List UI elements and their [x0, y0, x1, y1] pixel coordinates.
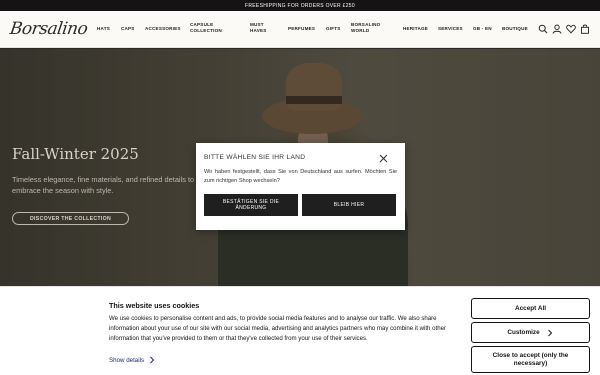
nav-accessories[interactable]: ACCESSORIES: [145, 26, 181, 32]
show-details-label: Show details: [109, 356, 145, 364]
nav-services[interactable]: SERVICES: [438, 26, 463, 32]
accept-all-label: Accept All: [514, 304, 546, 312]
accept-all-button[interactable]: Accept All: [471, 298, 590, 319]
nav-boutique[interactable]: BOUTIQUE: [502, 26, 528, 32]
promo-bar: FREESHIPPING FOR ORDERS OVER £250: [0, 0, 600, 11]
hero-subtitle: Timeless elegance, fine materials, and r…: [12, 175, 195, 195]
country-selection-modal: BITTE WÄHLEN SIE IHR LAND Wir haben fest…: [196, 143, 405, 230]
wishlist-icon[interactable]: [566, 24, 576, 34]
discover-collection-label: DISCOVER THE COLLECTION: [30, 215, 111, 222]
confirm-change-label: BESTÄTIGEN SIE DIE ÄNDERUNG: [222, 198, 280, 212]
close-icon[interactable]: [379, 154, 388, 163]
promo-text: FREESHIPPING FOR ORDERS OVER £250: [245, 2, 355, 9]
chevron-right-icon: [547, 329, 552, 336]
modal-title: BITTE WÄHLEN SIE IHR LAND: [204, 154, 306, 161]
confirm-change-button[interactable]: BESTÄTIGEN SIE DIE ÄNDERUNG: [204, 194, 298, 216]
site-header: Borsalino HATS CAPS ACCESSORIES CAPSULE …: [0, 11, 600, 48]
customize-button[interactable]: Customize: [471, 322, 590, 343]
cart-icon[interactable]: [580, 24, 590, 34]
nav-hats[interactable]: HATS: [97, 26, 110, 32]
customize-label: Customize: [507, 328, 540, 336]
search-icon[interactable]: [538, 24, 548, 34]
nav-capsule-collection[interactable]: CAPSULE COLLECTION: [190, 22, 230, 34]
close-accept-necessary-button[interactable]: Close to accept (only the necessary): [471, 346, 590, 373]
stay-here-button[interactable]: BLEIB HIER: [302, 194, 396, 216]
show-details-link[interactable]: Show details: [109, 356, 156, 364]
cookie-description: We use cookies to personalise content an…: [109, 315, 447, 342]
language-selector[interactable]: GB - EN: [473, 26, 492, 32]
close-accept-label: Close to accept (only the necessary): [492, 351, 569, 367]
hero-title: Fall-Winter 2025: [12, 145, 139, 163]
nav-borsalino-world[interactable]: BORSALINO WORLD: [351, 22, 385, 34]
cookie-title: This website uses cookies: [109, 301, 200, 310]
nav-gifts[interactable]: GIFTS: [326, 26, 341, 32]
nav-perfumes[interactable]: PERFUMES: [288, 26, 315, 32]
nav-must-haves[interactable]: MUST HAVES: [250, 22, 274, 34]
brand-logo[interactable]: Borsalino: [9, 19, 89, 39]
nav-caps[interactable]: CAPS: [121, 26, 135, 32]
chevron-right-icon: [150, 356, 155, 364]
cookie-banner: This website uses cookies We use cookies…: [0, 286, 600, 375]
account-icon[interactable]: [552, 24, 562, 34]
discover-collection-button[interactable]: DISCOVER THE COLLECTION: [12, 212, 129, 225]
nav-heritage[interactable]: HERITAGE: [403, 26, 428, 32]
stay-here-label: BLEIB HIER: [333, 201, 365, 208]
modal-message: Wir haben festgestellt, dass Sie von Deu…: [204, 169, 397, 184]
